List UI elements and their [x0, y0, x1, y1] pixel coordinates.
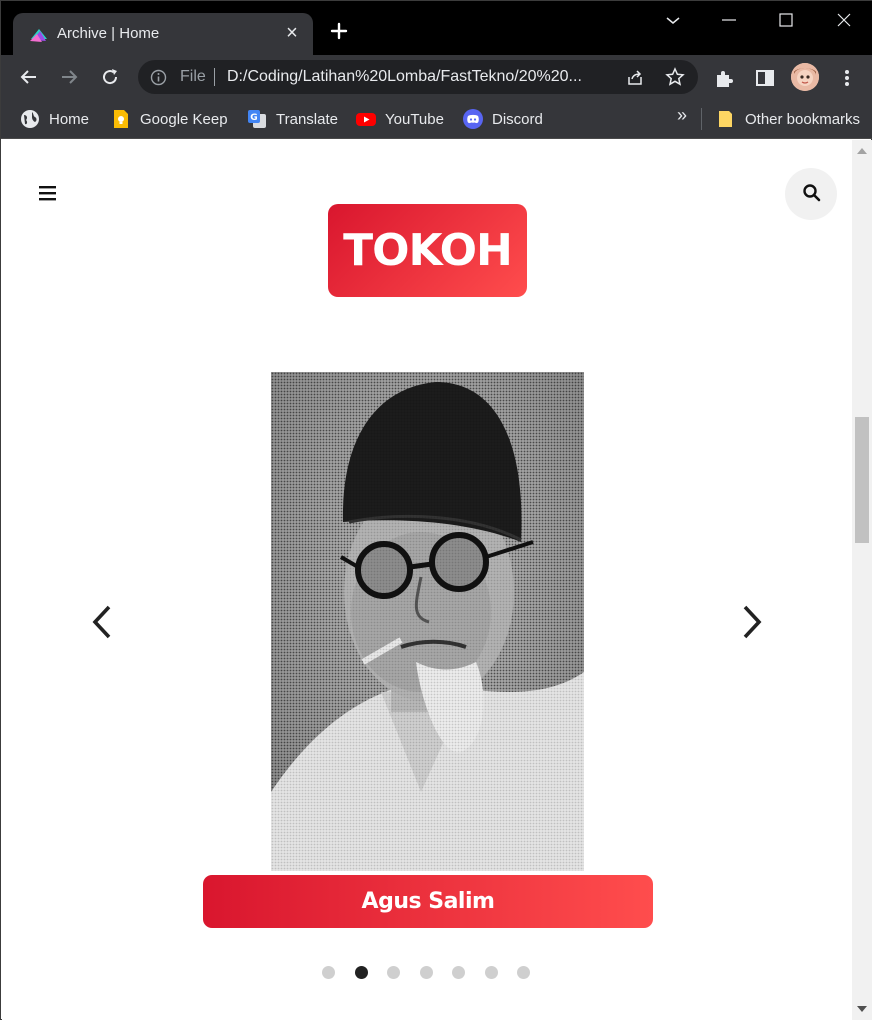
share-icon[interactable] [625, 68, 645, 88]
bookmarks-separator [701, 108, 702, 130]
google-keep-icon [114, 110, 128, 128]
discord-icon [463, 109, 483, 129]
back-arrow-icon[interactable] [17, 65, 41, 89]
new-tab-icon[interactable] [327, 19, 351, 43]
carousel-prev-chevron-icon[interactable] [87, 602, 117, 642]
bookmark-google-keep[interactable]: Google Keep [111, 108, 228, 130]
youtube-icon [356, 113, 376, 126]
minimize-icon[interactable] [714, 5, 744, 35]
page-title: TOKOH [328, 204, 527, 297]
vertical-scrollbar[interactable] [852, 140, 872, 1020]
search-button[interactable] [785, 168, 837, 220]
globe-icon [21, 110, 39, 128]
archive-favicon-icon [30, 29, 47, 42]
bookmark-label: Google Keep [140, 110, 228, 128]
extensions-puzzle-icon[interactable] [714, 67, 736, 89]
tab-title: Archive | Home [57, 25, 160, 42]
browser-menu-kebab-icon[interactable] [836, 67, 858, 89]
carousel-dot[interactable] [387, 966, 400, 979]
bookmark-star-icon[interactable] [665, 67, 685, 87]
bookmarks-overflow-icon[interactable]: » [677, 105, 687, 126]
slide-caption: Agus Salim [203, 875, 653, 928]
tab-strip: Archive | Home × [1, 1, 872, 55]
carousel-dot[interactable] [484, 966, 498, 979]
bookmark-label: Other bookmarks [745, 110, 861, 128]
side-panel-icon[interactable] [754, 67, 776, 89]
scroll-up-arrow-icon[interactable] [857, 148, 867, 154]
bookmark-label: YouTube [385, 110, 444, 128]
carousel-dot[interactable] [322, 966, 335, 979]
bookmark-label: Discord [492, 110, 543, 128]
tab-archive-home[interactable]: Archive | Home × [13, 13, 313, 55]
scroll-down-arrow-icon[interactable] [857, 1006, 867, 1012]
bookmark-discord[interactable]: Discord [463, 108, 543, 130]
carousel-dot[interactable] [354, 966, 368, 979]
address-bar[interactable]: File D:/Coding/Latihan%20Lomba/FastTekno… [138, 60, 698, 94]
svg-text:G: G [250, 113, 257, 123]
tab-search-chevron-icon[interactable] [658, 5, 688, 35]
profile-avatar[interactable] [791, 63, 819, 91]
maximize-icon[interactable] [771, 5, 801, 35]
bookmark-other-bookmarks[interactable]: Other bookmarks [716, 108, 860, 130]
carousel-next-chevron-icon[interactable] [737, 602, 767, 642]
bookmark-youtube[interactable]: YouTube [356, 108, 444, 130]
search-icon [803, 184, 821, 202]
hamburger-menu-icon[interactable] [38, 185, 58, 201]
scheme-label: File [180, 68, 206, 85]
scrollbar-thumb[interactable] [855, 417, 869, 544]
portrait-photo [271, 372, 584, 871]
browser-window: Archive | Home × File D:/Coding/Latihan%… [0, 0, 872, 1020]
translate-icon: G [248, 110, 266, 128]
bookmarks-bar: Home Google Keep G Translate YouTube Dis… [1, 99, 872, 139]
forward-arrow-icon[interactable] [57, 65, 81, 89]
tab-close-icon[interactable]: × [281, 22, 303, 44]
url-text[interactable]: D:/Coding/Latihan%20Lomba/FastTekno/20%2… [227, 68, 582, 86]
folder-icon [719, 111, 732, 127]
carousel-dot[interactable] [419, 966, 433, 979]
address-separator [214, 68, 215, 86]
carousel-dot[interactable] [452, 966, 465, 979]
close-window-icon[interactable] [829, 5, 859, 35]
site-info-icon[interactable] [150, 69, 167, 86]
avatar-face-icon [791, 63, 819, 91]
carousel-dot[interactable] [517, 966, 530, 979]
page-viewport: TOKOH Agus Salim [2, 140, 852, 1020]
browser-toolbar: File D:/Coding/Latihan%20Lomba/FastTekno… [1, 55, 872, 99]
reload-icon[interactable] [98, 65, 122, 89]
bookmark-label: Translate [276, 110, 338, 128]
bookmark-translate[interactable]: G Translate [247, 108, 338, 130]
bookmark-label: Home [49, 110, 90, 128]
bookmark-home[interactable]: Home [20, 108, 89, 130]
